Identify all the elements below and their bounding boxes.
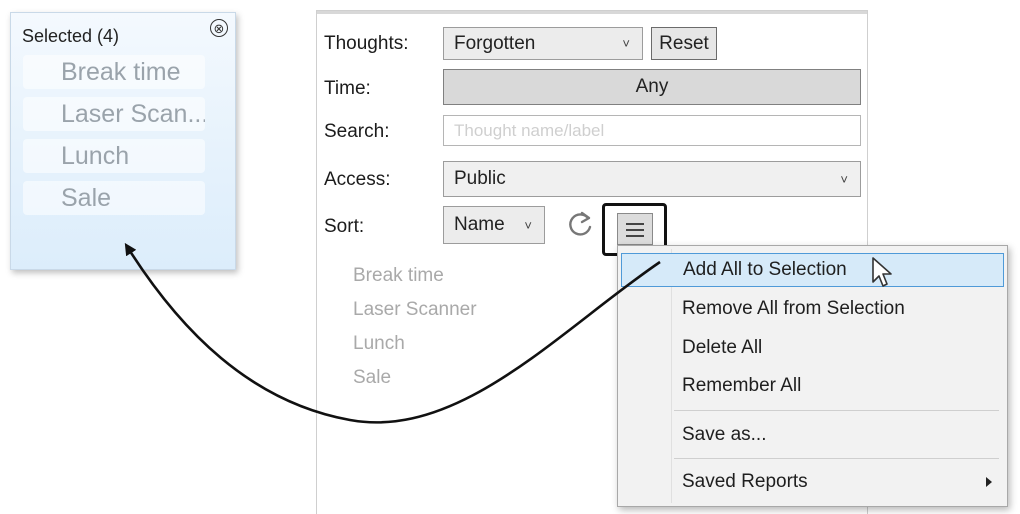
menu-separator <box>674 410 999 411</box>
menu-item-saved-reports[interactable]: Saved Reports <box>621 465 1004 499</box>
chevron-down-icon: ˅ <box>622 36 630 51</box>
selected-title: Selected (4) <box>22 26 120 46</box>
access-dropdown[interactable]: Public ˅ <box>443 161 861 197</box>
time-label: Time: <box>324 78 371 99</box>
result-item[interactable]: Lunch <box>353 333 405 355</box>
menu-item-delete-all[interactable]: Delete All <box>621 331 1004 365</box>
result-item[interactable]: Sale <box>353 367 391 389</box>
thoughts-dropdown[interactable]: Forgotten ˅ <box>443 27 643 60</box>
sort-dropdown-value: Name <box>454 214 505 235</box>
thoughts-label: Thoughts: <box>324 33 409 54</box>
search-input[interactable] <box>443 115 861 146</box>
selected-item[interactable]: Break time <box>23 55 205 89</box>
menu-item-add-all-to-selection[interactable]: Add All to Selection <box>621 253 1004 287</box>
menu-item-remove-all-from-selection[interactable]: Remove All from Selection <box>621 292 1004 326</box>
chevron-down-icon: ˅ <box>840 172 848 187</box>
chevron-down-icon: ˅ <box>524 218 532 233</box>
selected-item[interactable]: Lunch <box>23 139 205 173</box>
access-dropdown-value: Public <box>454 168 506 189</box>
selected-panel: Selected (4) ⊗ Break time Laser Scan... … <box>10 12 236 270</box>
result-item[interactable]: Laser Scanner <box>353 299 477 321</box>
submenu-arrow-icon <box>986 477 992 487</box>
context-menu: Add All to Selection Remove All from Sel… <box>617 245 1008 507</box>
time-selector-button[interactable]: Any <box>443 69 861 105</box>
close-icon[interactable]: ⊗ <box>210 19 228 37</box>
search-label: Search: <box>324 121 390 142</box>
hamburger-menu-icon[interactable] <box>617 213 653 245</box>
sort-dropdown[interactable]: Name ˅ <box>443 206 545 244</box>
mouse-pointer-icon <box>872 257 892 287</box>
thoughts-dropdown-value: Forgotten <box>454 33 536 54</box>
access-label: Access: <box>324 169 391 190</box>
panel-top-border <box>317 11 867 14</box>
sort-label: Sort: <box>324 216 365 237</box>
selected-item[interactable]: Laser Scan... <box>23 97 205 131</box>
result-item[interactable]: Break time <box>353 265 444 287</box>
reset-button[interactable]: Reset <box>651 27 717 60</box>
menu-separator <box>674 458 999 459</box>
menu-item-remember-all[interactable]: Remember All <box>621 369 1004 403</box>
selected-item[interactable]: Sale <box>23 181 205 215</box>
saved-reports-label: Saved Reports <box>682 471 808 492</box>
refresh-icon[interactable] <box>566 210 594 240</box>
menu-item-save-as[interactable]: Save as... <box>621 418 1004 452</box>
